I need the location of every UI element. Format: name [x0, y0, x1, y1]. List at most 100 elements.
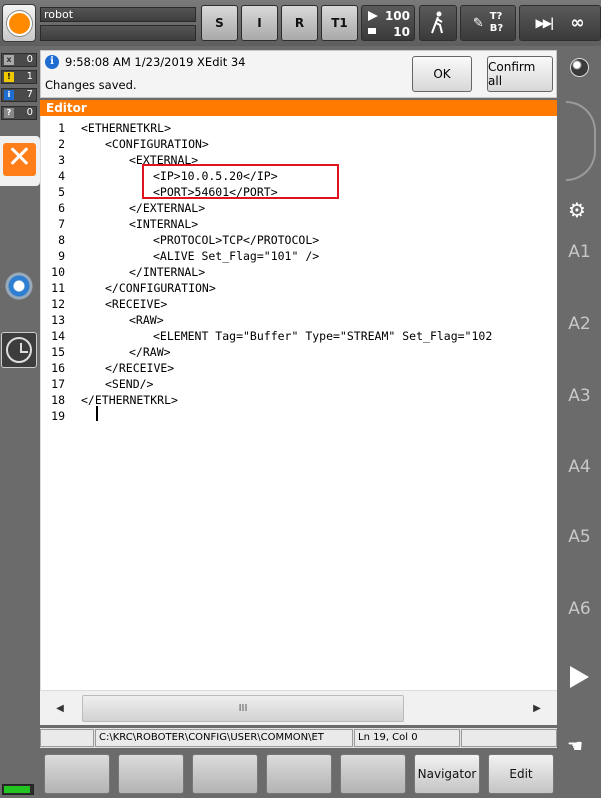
ip-port-highlight-box: [142, 164, 339, 199]
code-line[interactable]: 12 <RECEIVE>: [41, 296, 557, 312]
drives-button[interactable]: I: [241, 5, 278, 41]
code-text: <CONFIGURATION>: [105, 137, 209, 151]
scroll-right-arrow-icon[interactable]: ▶: [517, 691, 557, 726]
robot-status-field[interactable]: [40, 25, 196, 41]
jog-override-value: 10: [393, 25, 410, 39]
battery-icon: [2, 784, 34, 795]
message-window: i 9:58:08 AM 1/23/2019 XEdit 34 Changes …: [40, 50, 557, 98]
code-line[interactable]: 8 <PROTOCOL>TCP</PROTOCOL>: [41, 232, 557, 248]
code-line[interactable]: 6 </EXTERNAL>: [41, 200, 557, 216]
line-number: 10: [51, 265, 65, 279]
code-text: <PROTOCOL>TCP</PROTOCOL>: [153, 233, 320, 247]
edit-button[interactable]: Edit: [488, 754, 554, 794]
error-icon: x: [4, 55, 14, 65]
code-line[interactable]: 1 <ETHERNETKRL>: [41, 120, 557, 136]
code-line[interactable]: 15 </RAW>: [41, 344, 557, 360]
code-line[interactable]: 7 <INTERNAL>: [41, 216, 557, 232]
jog-mode-button[interactable]: [419, 5, 457, 41]
tool-icon: ✎: [472, 15, 484, 31]
scroll-left-arrow-icon[interactable]: ◀: [40, 691, 80, 726]
line-number: 6: [58, 201, 65, 215]
confirm-all-button[interactable]: Confirm all: [487, 56, 553, 92]
clock-icon: [6, 337, 32, 363]
error-count-badge[interactable]: x 0: [1, 53, 37, 67]
code-line[interactable]: 18 </ETHERNETKRL>: [41, 392, 557, 408]
play-icon[interactable]: [570, 666, 589, 688]
robot-arm-icon[interactable]: ⚙: [568, 198, 586, 222]
operating-mode-button[interactable]: T1: [321, 5, 358, 41]
axis-a1-key[interactable]: A1: [558, 242, 601, 262]
cursor-position: Ln 19, Col 0: [354, 729, 460, 747]
main-menu-button[interactable]: [2, 4, 36, 42]
softkey-5[interactable]: [340, 754, 406, 794]
code-editor[interactable]: 1 <ETHERNETKRL> 2 <CONFIGURATION> 3 <EXTERNAL…: [40, 116, 557, 690]
navigator-button[interactable]: Navigator: [414, 754, 480, 794]
dialog-icon: ?: [4, 108, 14, 118]
jog-arc-icon: [566, 101, 596, 181]
status-cell-empty: [40, 729, 94, 747]
info-count: 7: [26, 89, 33, 100]
code-line[interactable]: 2 <CONFIGURATION>: [41, 136, 557, 152]
code-line[interactable]: 11 </CONFIGURATION>: [41, 280, 557, 296]
gear-icon[interactable]: [4, 271, 34, 301]
tool-base-button[interactable]: ✎ T? B?: [460, 5, 516, 41]
code-line[interactable]: 16 </RECEIVE>: [41, 360, 557, 376]
line-number: 8: [58, 233, 65, 247]
robot-name-field[interactable]: robot: [40, 7, 196, 22]
line-number: 17: [51, 377, 65, 391]
code-text: </RECEIVE>: [105, 361, 175, 375]
code-text: </RAW>: [129, 345, 171, 359]
softkey-4[interactable]: [266, 754, 332, 794]
softkey-3[interactable]: [192, 754, 258, 794]
warning-count: 1: [26, 71, 33, 82]
robot-interpreter-button[interactable]: R: [281, 5, 318, 41]
code-line[interactable]: 19: [41, 408, 557, 424]
code-line[interactable]: 10 </INTERNAL>: [41, 264, 557, 280]
file-path: C:\KRC\ROBOTER\CONFIG\USER\COMMON\ET: [95, 729, 353, 747]
code-text: <SEND/>: [105, 377, 154, 391]
code-text: <ETHERNETKRL>: [81, 121, 172, 135]
editor-status-bar: C:\KRC\ROBOTER\CONFIG\USER\COMMON\ET Ln …: [40, 728, 557, 748]
code-line[interactable]: 9 <ALIVE Set_Flag="101" />: [41, 248, 557, 264]
clock-button[interactable]: [1, 332, 37, 368]
line-number: 5: [58, 185, 65, 199]
line-number: 11: [51, 281, 65, 295]
info-count-badge[interactable]: i 7: [1, 88, 37, 102]
code-text: <INTERNAL>: [129, 217, 199, 231]
horizontal-scrollbar[interactable]: ◀ III ▶: [40, 690, 557, 725]
program-override-value: 100: [384, 9, 410, 23]
softkey-1[interactable]: [44, 754, 110, 794]
override-button[interactable]: 100 10: [361, 5, 415, 41]
line-number: 19: [51, 409, 65, 423]
hand-jog-icon[interactable]: ☚: [567, 736, 583, 757]
line-number: 16: [51, 361, 65, 375]
increment-button[interactable]: ▶▶| ∞: [519, 5, 601, 41]
axis-a4-key[interactable]: A4: [558, 457, 601, 477]
axis-a2-key[interactable]: A2: [558, 314, 601, 334]
axis-a3-key[interactable]: A3: [558, 386, 601, 406]
error-count: 0: [26, 54, 33, 65]
increment-value: ∞: [570, 13, 585, 33]
line-number: 15: [51, 345, 65, 359]
axis-a5-key[interactable]: A5: [558, 527, 601, 547]
warning-count-badge[interactable]: ! 1: [1, 70, 37, 84]
code-line[interactable]: 17 <SEND/>: [41, 376, 557, 392]
code-text: </INTERNAL>: [129, 265, 206, 279]
close-editor-button[interactable]: ✕: [0, 136, 40, 186]
code-line[interactable]: 13 <RAW>: [41, 312, 557, 328]
axis-a6-key[interactable]: A6: [558, 599, 601, 619]
softkey-2[interactable]: [118, 754, 184, 794]
message-timestamp: 9:58:08 AM 1/23/2019 XEdit 34: [65, 55, 246, 69]
code-text: <ALIVE Set_Flag="101" />: [153, 249, 320, 263]
submit-interpreter-button[interactable]: S: [201, 5, 238, 41]
globe-icon[interactable]: [570, 58, 589, 77]
code-text: <RECEIVE>: [105, 297, 168, 311]
info-icon: i: [45, 55, 59, 69]
line-number: 3: [58, 153, 65, 167]
code-text: </CONFIGURATION>: [105, 281, 216, 295]
code-line[interactable]: 14 <ELEMENT Tag="Buffer" Type="STREAM" Se…: [41, 328, 557, 344]
ok-button[interactable]: OK: [412, 56, 472, 92]
dialog-count-badge[interactable]: ? 0: [1, 106, 37, 120]
info-small-icon: i: [4, 90, 14, 100]
scrollbar-thumb[interactable]: III: [82, 695, 404, 722]
